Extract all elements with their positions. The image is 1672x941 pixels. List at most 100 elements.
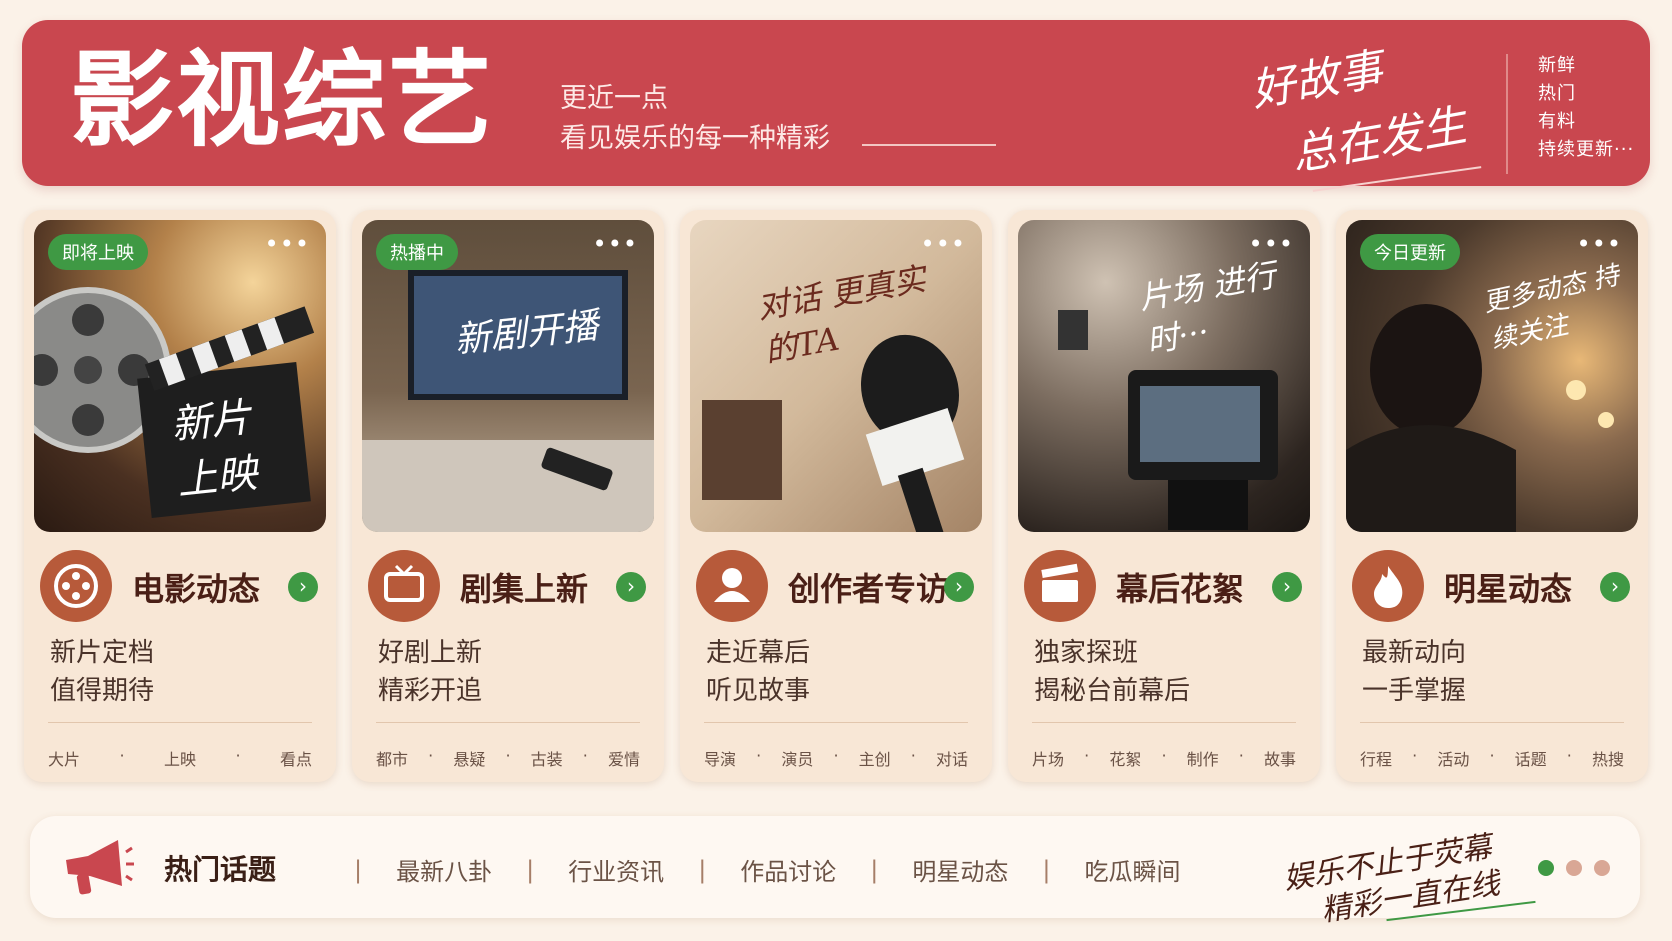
more-menu-icon[interactable]: ••• xyxy=(1577,232,1622,256)
topic-link[interactable]: 作品讨论 xyxy=(740,852,836,887)
desc-line-1: 最新动向 xyxy=(1362,638,1467,668)
desc-line-2: 一手掌握 xyxy=(1362,676,1467,706)
nav-separator: | xyxy=(1042,855,1051,884)
keyword[interactable]: 话题 xyxy=(1515,746,1547,770)
photo-caption: 新片 上映 xyxy=(168,394,260,505)
arrow-right-icon[interactable]: › xyxy=(1600,572,1630,602)
more-menu-icon[interactable]: ••• xyxy=(1249,232,1294,256)
pager-dot[interactable] xyxy=(1594,860,1610,876)
keyword[interactable]: 主创 xyxy=(859,746,891,770)
hot-topics-bar: 热门话题 | 最新八卦 | 行业资讯 | 作品讨论 | 明星动态 | 吃瓜瞬间 … xyxy=(30,816,1640,929)
clapperboard-icon xyxy=(1024,550,1096,622)
status-badge: 今日更新 xyxy=(1360,234,1460,270)
keyword[interactable]: 活动 xyxy=(1437,746,1469,770)
desc-line-1: 走近幕后 xyxy=(706,638,811,668)
card-description: 独家探班 揭秘台前幕后 xyxy=(1034,634,1190,710)
page-title: 影视综艺 xyxy=(70,39,495,161)
nav-separator: | xyxy=(354,855,363,884)
card-title: 明星动态 xyxy=(1444,570,1573,608)
desc-line-1: 好剧上新 xyxy=(378,638,483,668)
keyword[interactable]: 故事 xyxy=(1264,746,1296,770)
topic-link[interactable]: 明星动态 xyxy=(912,852,1008,887)
tv-icon xyxy=(368,550,440,622)
keyword[interactable]: 悬疑 xyxy=(453,746,485,770)
desc-line-2: 精彩开追 xyxy=(378,676,483,706)
desc-line-1: 独家探班 xyxy=(1034,638,1139,668)
dot-separator: · xyxy=(505,746,511,765)
desc-line-2: 揭秘台前幕后 xyxy=(1034,676,1191,706)
arrow-right-icon[interactable]: › xyxy=(288,572,318,602)
keyword[interactable]: 上映 xyxy=(164,746,196,770)
pager-dot[interactable] xyxy=(1566,860,1582,876)
keyword-row: 都市 · 悬疑 · 古装 · 爱情 xyxy=(376,746,640,770)
card-photo-microphone[interactable]: 对话 更真实的TA ••• xyxy=(690,220,982,532)
keyword[interactable]: 导演 xyxy=(704,746,736,770)
desc-line-2: 听见故事 xyxy=(706,676,811,706)
header-tag: 新鲜 xyxy=(1538,55,1576,76)
keyword[interactable]: 都市 xyxy=(376,746,408,770)
card-title: 剧集上新 xyxy=(460,570,589,608)
keyword[interactable]: 看点 xyxy=(280,746,312,770)
keyword-row: 行程 · 活动 · 话题 · 热搜 xyxy=(1360,746,1624,770)
keyword-row: 导演 · 演员 · 主创 · 对话 xyxy=(704,746,968,770)
arrow-right-icon[interactable]: › xyxy=(944,572,974,602)
card-divider xyxy=(1360,722,1624,723)
card-divider xyxy=(48,722,312,723)
keyword[interactable]: 大片 xyxy=(48,746,80,770)
desc-line-2: 值得期待 xyxy=(50,676,155,706)
person-icon xyxy=(696,550,768,622)
keyword[interactable]: 制作 xyxy=(1187,746,1219,770)
megaphone-icon xyxy=(66,840,134,895)
topic-link[interactable]: 吃瓜瞬间 xyxy=(1084,852,1180,887)
card-creator-interview[interactable]: 对话 更真实的TA ••• 创作者专访 › 走近幕后 听见故事 导演 · 演员 · … xyxy=(680,210,992,782)
keyword-row: 片场 · 花絮 · 制作 · 故事 xyxy=(1032,746,1296,770)
nav-separator: | xyxy=(698,855,707,884)
dot-separator: · xyxy=(235,746,241,765)
pager-dot-active[interactable] xyxy=(1538,860,1554,876)
card-movie-news[interactable]: 即将上映 ••• 新片 上映 电影动态 › 新片定档 值得期待 大片 · 上映 · … xyxy=(24,210,336,782)
card-description: 新片定档 值得期待 xyxy=(50,634,154,710)
nav-separator: | xyxy=(870,855,879,884)
header-tag: 持续更新··· xyxy=(1538,139,1635,160)
keyword[interactable]: 古装 xyxy=(531,746,563,770)
card-description: 最新动向 一手掌握 xyxy=(1362,634,1466,710)
arrow-right-icon[interactable]: › xyxy=(1272,572,1302,602)
keyword[interactable]: 演员 xyxy=(781,746,813,770)
keyword[interactable]: 行程 xyxy=(1360,746,1392,770)
dot-separator: · xyxy=(833,746,839,765)
flame-icon xyxy=(1352,550,1424,622)
header-banner: 影视综艺 更近一点 看见娱乐的每一种精彩 好故事 总在发生 新鲜 热门 有料 持… xyxy=(22,20,1650,192)
microphone-illustration xyxy=(702,334,965,532)
card-divider xyxy=(1032,722,1296,723)
card-photo-film-set[interactable]: 片场 进行时··· ••• xyxy=(1018,220,1310,532)
keyword[interactable]: 对话 xyxy=(936,746,968,770)
subtitle-line-2: 看见娱乐的每一种精彩 xyxy=(560,123,830,154)
status-badge: 即将上映 xyxy=(48,234,148,270)
arrow-right-icon[interactable]: › xyxy=(616,572,646,602)
topic-link[interactable]: 最新八卦 xyxy=(396,852,492,887)
dot-separator: · xyxy=(1084,746,1090,765)
header-tag: 热门 xyxy=(1538,83,1576,104)
dot-separator: · xyxy=(1412,746,1418,765)
card-title: 创作者专访 xyxy=(788,570,949,608)
keyword[interactable]: 片场 xyxy=(1032,746,1064,770)
header-divider xyxy=(1506,54,1508,174)
card-description: 走近幕后 听见故事 xyxy=(706,634,810,710)
card-series-new[interactable]: 热播中 ••• 新剧开播 剧集上新 › 好剧上新 精彩开追 都市 · 悬疑 · 古装… xyxy=(352,210,664,782)
more-menu-icon[interactable]: ••• xyxy=(265,232,310,256)
topic-link[interactable]: 行业资讯 xyxy=(568,852,664,887)
dot-separator: · xyxy=(1489,746,1495,765)
card-photo-star[interactable]: 今日更新 ••• 更多动态 持续关注 xyxy=(1346,220,1638,532)
keyword[interactable]: 花絮 xyxy=(1109,746,1141,770)
card-celebrity-news[interactable]: 今日更新 ••• 更多动态 持续关注 明星动态 › 最新动向 一手掌握 行程 · … xyxy=(1336,210,1648,782)
card-behind-scenes[interactable]: 片场 进行时··· ••• 幕后花絮 › 独家探班 揭秘台前幕后 片场 · 花絮 ·… xyxy=(1008,210,1320,782)
keyword[interactable]: 爱情 xyxy=(608,746,640,770)
keyword-row: 大片 · 上映 · 看点 xyxy=(48,746,312,770)
card-photo-tv[interactable]: 热播中 ••• 新剧开播 xyxy=(362,220,654,532)
dot-separator: · xyxy=(1161,746,1167,765)
more-menu-icon[interactable]: ••• xyxy=(593,232,638,256)
keyword[interactable]: 热搜 xyxy=(1592,746,1624,770)
more-menu-icon[interactable]: ••• xyxy=(921,232,966,256)
desc-line-1: 新片定档 xyxy=(50,638,155,668)
card-photo-film[interactable]: 即将上映 ••• 新片 上映 xyxy=(34,220,326,532)
